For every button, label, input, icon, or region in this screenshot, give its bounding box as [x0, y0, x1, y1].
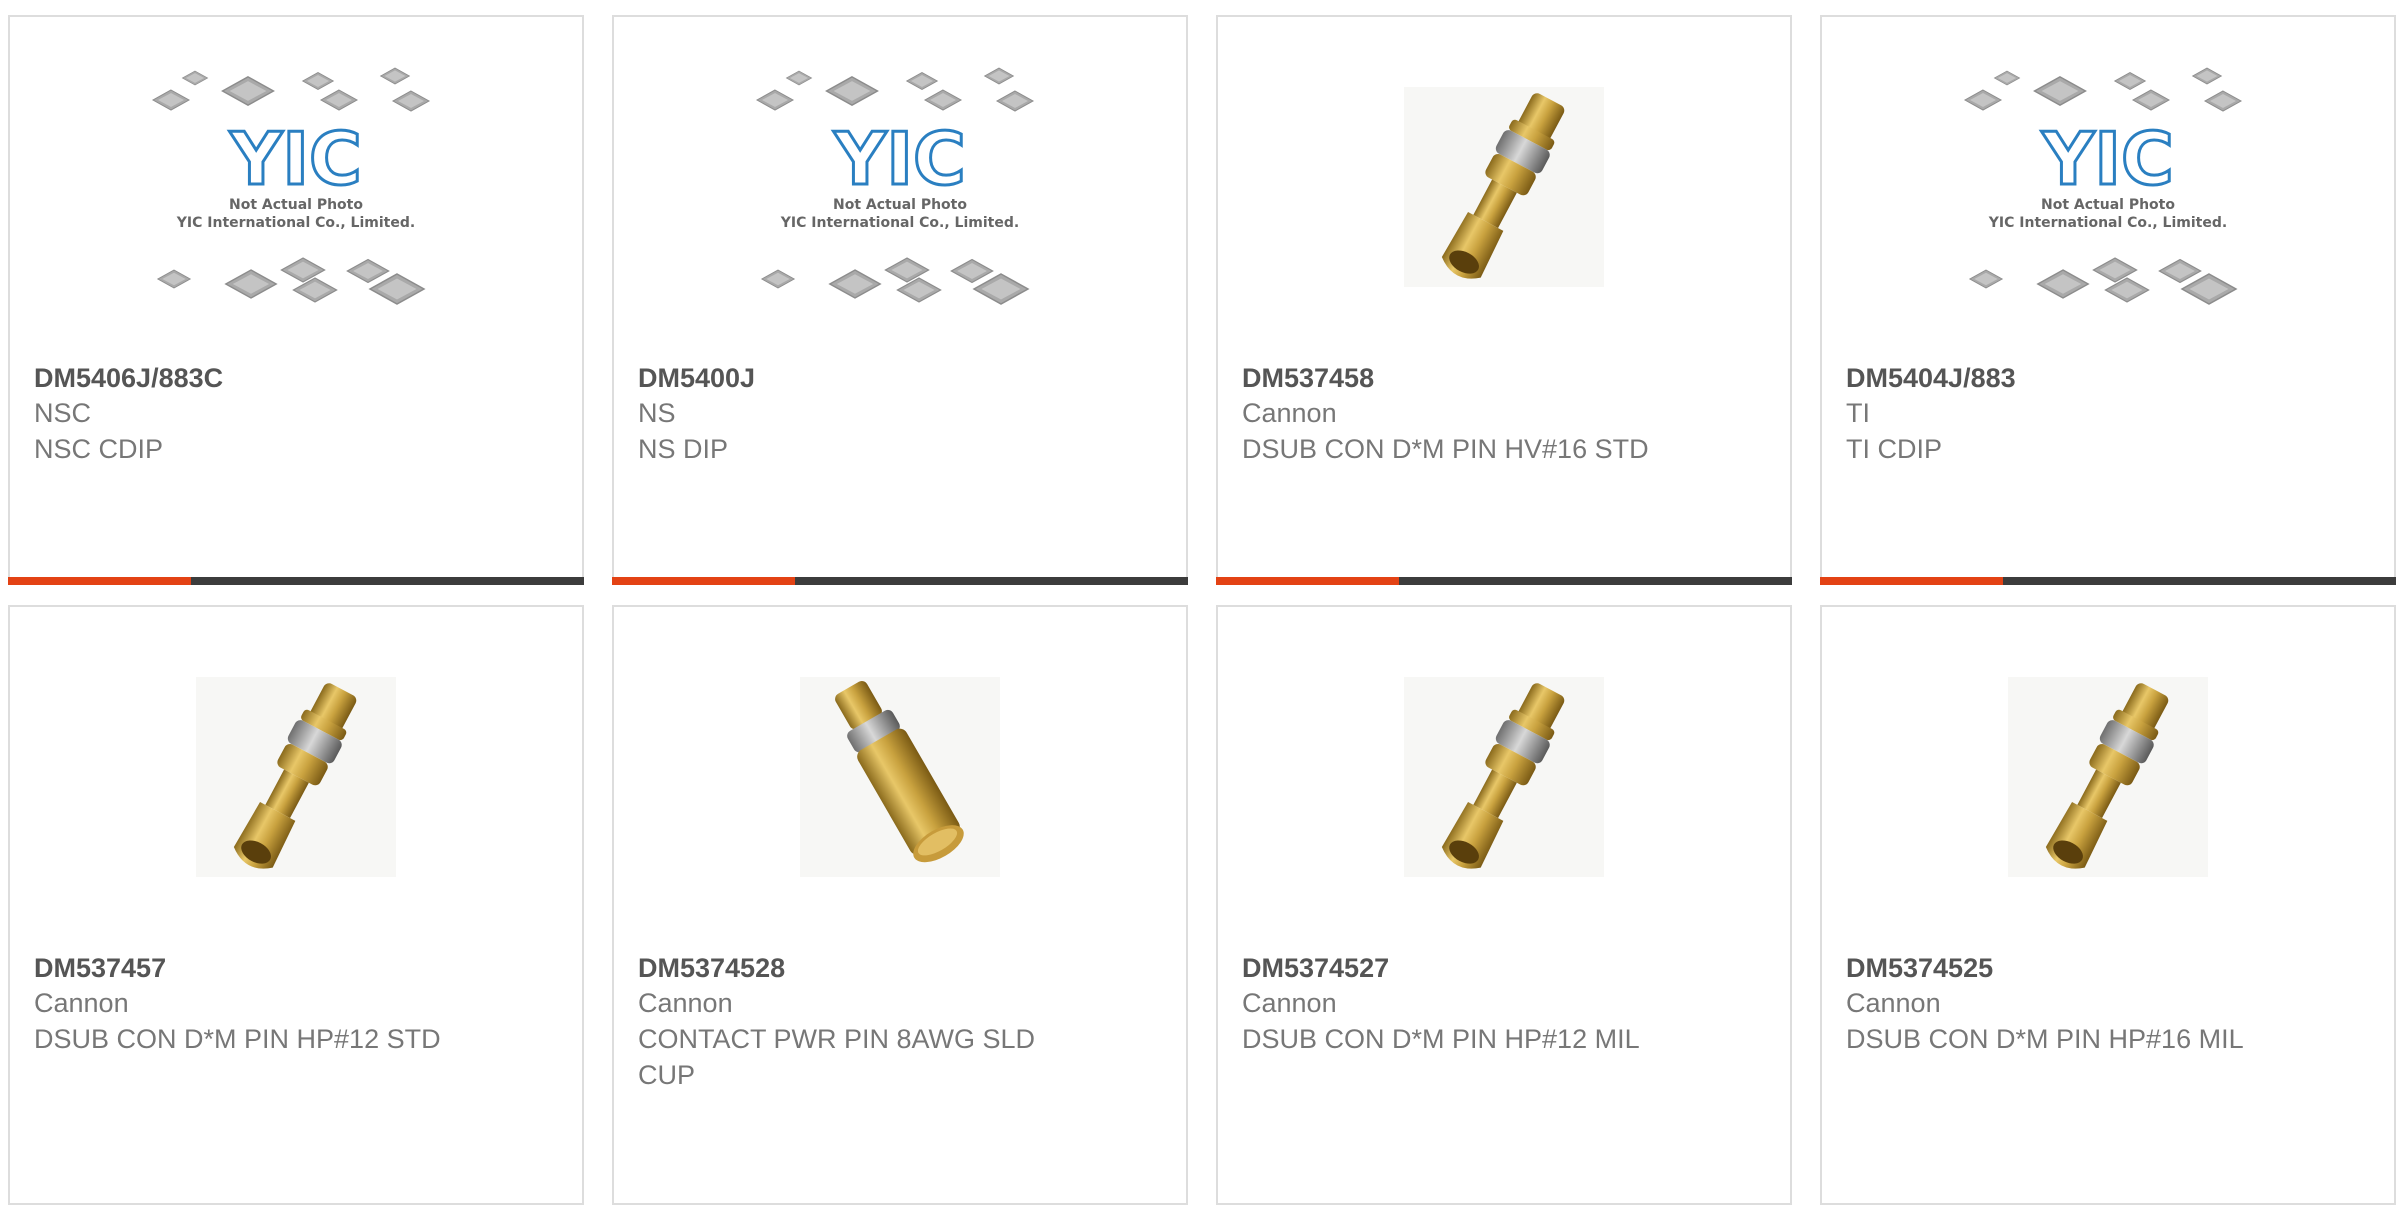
manufacturer: Cannon — [34, 988, 129, 1018]
not-actual-photo-label: Not Actual Photo — [229, 196, 363, 213]
card-accent — [8, 577, 191, 585]
product-card[interactable]: DM5374527 Cannon DSUB CON D*M PIN HP#12 … — [1216, 605, 1792, 1205]
description: NS DIP — [638, 434, 729, 464]
company-name-label: YIC International Co., Limited. — [176, 214, 416, 231]
manufacturer: NSC — [34, 398, 92, 428]
product-grid: YIC Not Actual Photo YIC International C… — [0, 0, 2400, 1205]
description: DSUB CON D*M PIN HV#16 STD — [1242, 434, 1649, 464]
gold-contact-pin-image — [196, 677, 396, 878]
description: DSUB CON D*M PIN HP#12 MIL — [1242, 1024, 1640, 1054]
product-card[interactable]: DM5374525 Cannon DSUB CON D*M PIN HP#16 … — [1820, 605, 2396, 1205]
manufacturer: TI — [1846, 398, 1870, 428]
part-number[interactable]: DM5406J/883C — [34, 361, 562, 395]
not-actual-photo-label: Not Actual Photo — [2041, 196, 2175, 213]
product-image — [10, 607, 582, 947]
product-image — [614, 607, 1186, 947]
manufacturer: Cannon — [1242, 398, 1337, 428]
product-card[interactable]: DM537458 Cannon DSUB CON D*M PIN HV#16 S… — [1216, 15, 1792, 585]
part-number[interactable]: DM5374528 — [638, 951, 1166, 985]
product-card[interactable]: YIC Not Actual Photo YIC International C… — [1820, 15, 2396, 585]
product-image: YIC Not Actual Photo YIC International C… — [1822, 17, 2394, 357]
product-card[interactable]: DM5374528 Cannon CONTACT PWR PIN 8AWG SL… — [612, 605, 1188, 1205]
description: TI CDIP — [1846, 434, 1943, 464]
manufacturer: Cannon — [638, 988, 733, 1018]
product-card[interactable]: YIC Not Actual Photo YIC International C… — [8, 15, 584, 585]
product-image: YIC Not Actual Photo YIC International C… — [614, 17, 1186, 357]
not-actual-photo-label: Not Actual Photo — [833, 196, 967, 213]
gold-contact-pin-image — [1404, 87, 1604, 288]
description: NSC CDIP — [34, 434, 164, 464]
card-bottom-bar — [612, 577, 1188, 585]
product-image — [1822, 607, 2394, 947]
manufacturer: NS — [638, 398, 676, 428]
yic-logo: YIC — [229, 117, 362, 190]
not-actual-photo-image: YIC Not Actual Photo YIC International C… — [1963, 60, 2253, 315]
card-accent — [612, 577, 795, 585]
not-actual-photo-image: YIC Not Actual Photo YIC International C… — [755, 60, 1045, 315]
description: DSUB CON D*M PIN HP#16 MIL — [1846, 1024, 2244, 1054]
not-actual-photo-image: YIC Not Actual Photo YIC International C… — [151, 60, 441, 315]
gold-contact-pin-image — [1404, 677, 1604, 878]
card-bottom-bar — [8, 577, 584, 585]
company-name-label: YIC International Co., Limited. — [1988, 214, 2228, 231]
part-number[interactable]: DM537457 — [34, 951, 562, 985]
yic-logo: YIC — [833, 117, 966, 190]
card-accent — [1216, 577, 1399, 585]
card-bottom-bar — [1216, 577, 1792, 585]
product-card[interactable]: DM537457 Cannon DSUB CON D*M PIN HP#12 S… — [8, 605, 584, 1205]
part-number[interactable]: DM5374527 — [1242, 951, 1770, 985]
part-number[interactable]: DM5400J — [638, 361, 1166, 395]
gold-contact-pin-large-image — [800, 673, 1000, 877]
product-image — [1218, 607, 1790, 947]
product-card[interactable]: YIC Not Actual Photo YIC International C… — [612, 15, 1188, 585]
description: CONTACT PWR PIN 8AWG SLD CUP — [638, 1024, 1036, 1090]
gold-contact-pin-image — [2008, 677, 2208, 878]
yic-logo: YIC — [2041, 117, 2174, 190]
card-bottom-bar — [1820, 577, 2396, 585]
product-image: YIC Not Actual Photo YIC International C… — [10, 17, 582, 357]
part-number[interactable]: DM537458 — [1242, 361, 1770, 395]
product-image — [1218, 17, 1790, 357]
description: DSUB CON D*M PIN HP#12 STD — [34, 1024, 441, 1054]
company-name-label: YIC International Co., Limited. — [780, 214, 1020, 231]
card-accent — [1820, 577, 2003, 585]
part-number[interactable]: DM5374525 — [1846, 951, 2374, 985]
part-number[interactable]: DM5404J/883 — [1846, 361, 2374, 395]
manufacturer: Cannon — [1846, 988, 1941, 1018]
manufacturer: Cannon — [1242, 988, 1337, 1018]
